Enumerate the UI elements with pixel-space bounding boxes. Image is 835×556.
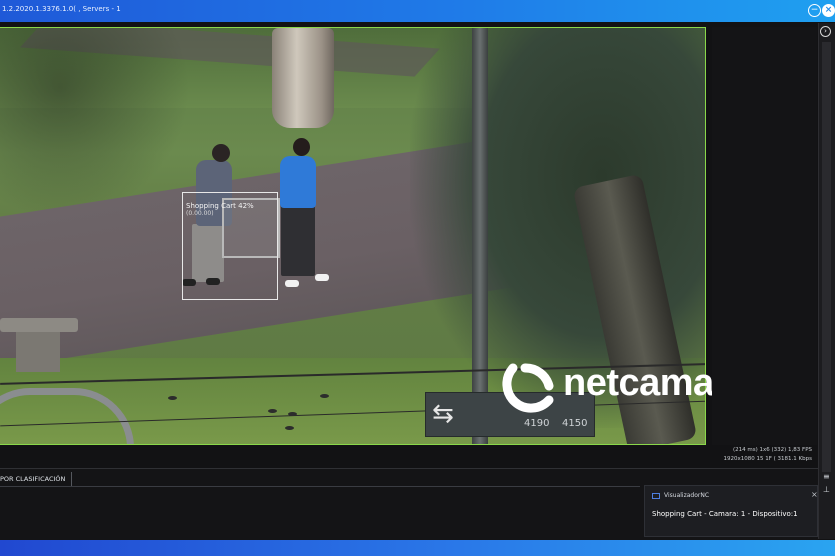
bench-leg bbox=[16, 332, 60, 372]
menu-icon[interactable]: ≡ bbox=[823, 472, 830, 481]
person-walking bbox=[280, 156, 316, 208]
person-pushing-cart-head bbox=[212, 144, 230, 162]
notification-message: Shopping Cart - Camara: 1 - Dispositivo:… bbox=[652, 510, 798, 518]
notification-close-icon[interactable]: × bbox=[811, 490, 818, 499]
tab-divider bbox=[0, 486, 640, 487]
window-title: 1.2.2020.1.3376.1.0( , Servers - 1 bbox=[2, 5, 121, 13]
notification-toast[interactable]: VisualizadorNC × Shopping Cart - Camara:… bbox=[644, 485, 818, 537]
title-bar: 1.2.2020.1.3376.1.0( , Servers - 1 − × bbox=[0, 0, 835, 22]
shoe bbox=[315, 274, 329, 281]
scroll-next-button[interactable]: › bbox=[820, 26, 831, 37]
tab-por-clasificacion[interactable]: POR CLASIFICACIÓN bbox=[0, 472, 73, 486]
detection-sub-label: (0.00.00) bbox=[186, 210, 214, 217]
shoe bbox=[285, 280, 299, 287]
bird bbox=[285, 426, 294, 430]
scrollbar-track[interactable] bbox=[822, 42, 831, 472]
person-walking-head bbox=[293, 138, 310, 156]
detection-label: Shopping Cart 42% bbox=[186, 202, 254, 210]
detection-bounding-box[interactable]: Shopping Cart 42% (0.00.00) bbox=[182, 192, 278, 300]
notification-app-name: VisualizadorNC bbox=[664, 492, 710, 499]
tree-trunk bbox=[272, 28, 334, 128]
side-panel bbox=[712, 27, 817, 445]
taskbar-strip bbox=[0, 540, 835, 556]
stats-latency-fps: (214 ms) 1x6 (332) 1,83 FPS bbox=[732, 447, 812, 453]
netcamara-logo-icon bbox=[502, 363, 554, 413]
stats-resolution-bitrate: 1920x1080 15 1F ( 3181.1 Kbps bbox=[723, 456, 813, 462]
pin-icon[interactable]: ⊥ bbox=[823, 485, 830, 494]
two-way-arrow-icon: ⇆ bbox=[432, 399, 454, 429]
bench bbox=[0, 318, 78, 332]
close-button[interactable]: × bbox=[822, 4, 835, 17]
minimize-button[interactable]: − bbox=[808, 4, 821, 17]
stream-stats: (214 ms) 1x6 (332) 1,83 FPS 1920x1080 15… bbox=[700, 447, 813, 465]
person-walking-legs bbox=[281, 206, 315, 276]
bird bbox=[268, 409, 277, 413]
bird bbox=[168, 396, 177, 400]
app-window-icon bbox=[652, 493, 660, 499]
bird bbox=[320, 394, 329, 398]
bird bbox=[288, 412, 297, 416]
